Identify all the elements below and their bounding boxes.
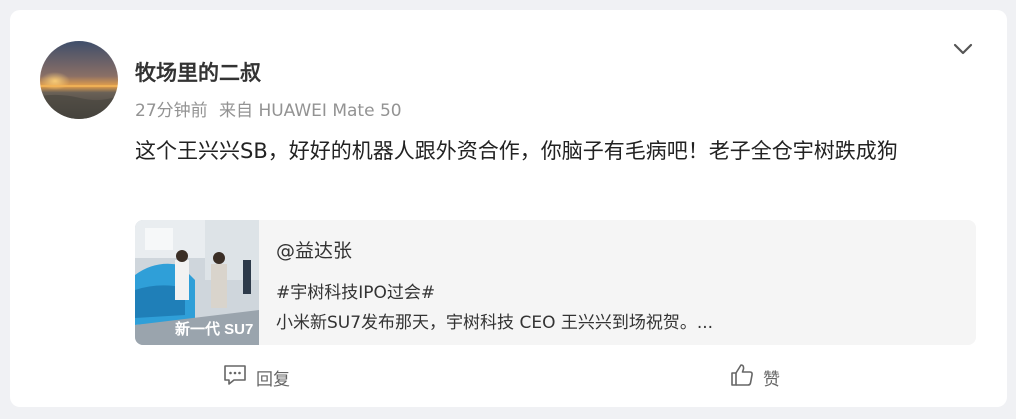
reply-button[interactable]: 回复 — [222, 362, 290, 392]
quoted-topic[interactable]: #宇树科技IPO过会# — [276, 278, 435, 303]
like-button[interactable]: 赞 — [729, 362, 780, 392]
comment-icon — [222, 363, 248, 391]
quoted-post[interactable]: 新一代 SU7 @益达张 #宇树科技IPO过会# 小米新SU7发布那天，宇树科技… — [135, 220, 976, 345]
post-time[interactable]: 27分钟前 — [135, 101, 208, 121]
thumbnail-text: 新一代 SU7 — [175, 320, 253, 338]
thumbs-up-icon — [729, 362, 755, 392]
post-meta: 27分钟前 来自 HUAWEI Mate 50 — [135, 96, 402, 121]
chevron-down-icon[interactable] — [950, 36, 976, 62]
quoted-thumbnail[interactable]: 新一代 SU7 — [135, 220, 259, 345]
quoted-summary: 小米新SU7发布那天，宇树科技 CEO 王兴兴到场祝贺。... — [276, 313, 714, 333]
author-name[interactable]: 牧场里的二叔 — [135, 57, 261, 87]
post-body: 这个王兴兴SB，好好的机器人跟外资合作，你脑子有毛病吧！老子全仓宇树跌成狗 — [135, 139, 898, 163]
post-card: 牧场里的二叔 27分钟前 来自 HUAWEI Mate 50 这个王兴兴SB，好… — [10, 10, 1007, 407]
post-source: 来自 HUAWEI Mate 50 — [219, 101, 402, 121]
reply-label: 回复 — [256, 369, 290, 390]
like-label: 赞 — [763, 369, 780, 390]
quoted-author[interactable]: @益达张 — [276, 236, 352, 263]
avatar[interactable] — [40, 41, 118, 119]
